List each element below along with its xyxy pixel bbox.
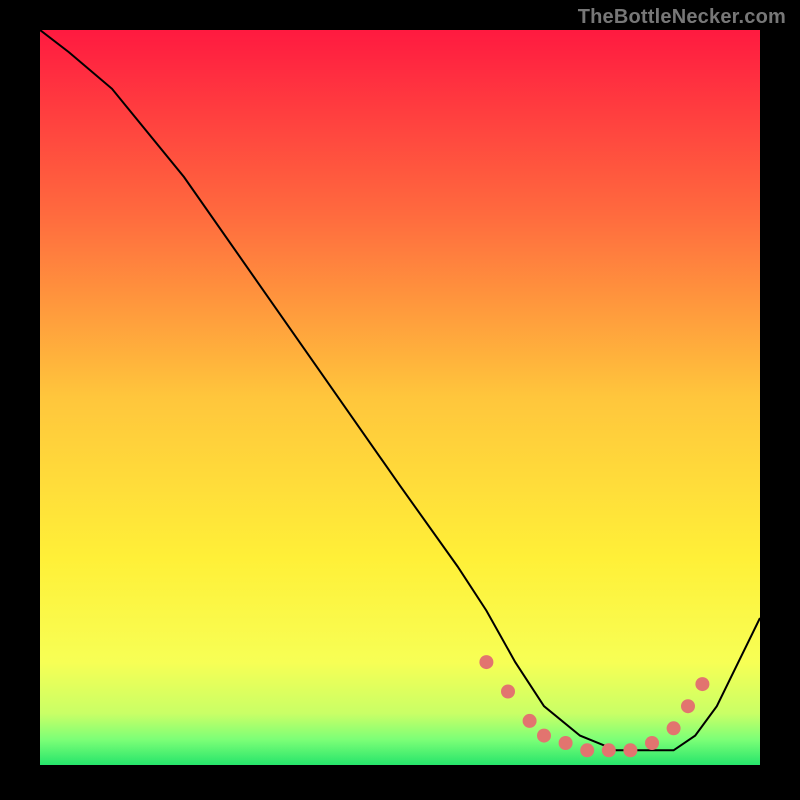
bead-marker	[623, 743, 637, 757]
bead-marker	[580, 743, 594, 757]
chart-svg	[40, 30, 760, 765]
bead-marker	[681, 699, 695, 713]
bead-marker	[602, 743, 616, 757]
bead-marker	[501, 685, 515, 699]
plot-area	[40, 30, 760, 765]
bead-marker	[479, 655, 493, 669]
bead-marker	[695, 677, 709, 691]
bead-marker	[667, 721, 681, 735]
gradient-background	[40, 30, 760, 765]
bead-marker	[645, 736, 659, 750]
chart-stage: TheBottleNecker.com	[0, 0, 800, 800]
bead-marker	[523, 714, 537, 728]
bead-marker	[537, 729, 551, 743]
bead-marker	[559, 736, 573, 750]
watermark-label: TheBottleNecker.com	[578, 6, 786, 29]
